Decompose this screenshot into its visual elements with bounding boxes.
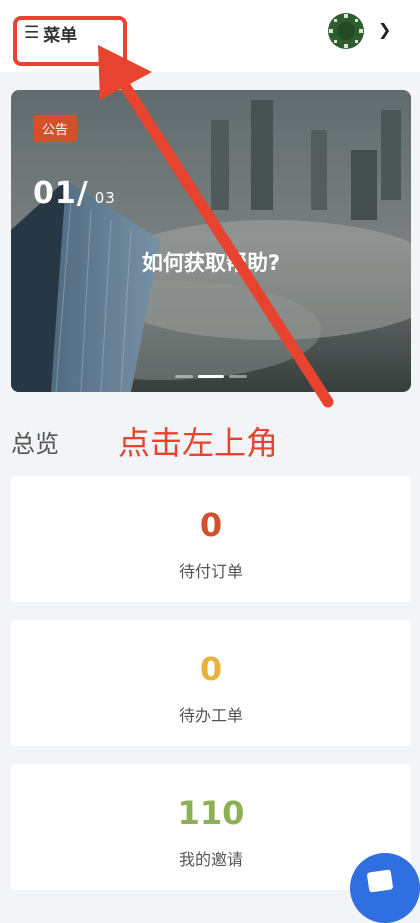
chevron-down-icon[interactable]: ❯ [378, 20, 391, 39]
pending-orders-count: 0 [199, 506, 223, 544]
banner-title: 如何获取帮助? [141, 251, 281, 275]
pending-orders-card[interactable]: 0 待付订单 [11, 476, 411, 602]
carousel-dot[interactable] [175, 375, 193, 378]
my-invitations-count: 110 [177, 794, 245, 832]
pending-orders-label: 待付订单 [178, 562, 243, 581]
slide-total: 03 [94, 189, 116, 207]
annotation-highlight-box [13, 16, 127, 66]
chat-fab-button[interactable] [350, 853, 420, 923]
annotation-text: 点击左上角 [118, 424, 279, 462]
announcement-banner[interactable]: 公告 01/03 如何获取帮助? [11, 90, 411, 392]
carousel-dot-active[interactable] [198, 375, 224, 378]
message-icon [366, 869, 394, 893]
my-invitations-label: 我的邀请 [178, 850, 243, 869]
pending-tickets-label: 待办工单 [178, 706, 243, 725]
slide-current: 01/ [33, 176, 89, 211]
carousel-dot[interactable] [229, 375, 247, 378]
avatar[interactable] [328, 13, 364, 49]
carousel-indicators [175, 375, 247, 378]
my-invitations-card[interactable]: 110 我的邀请 [11, 764, 411, 890]
slide-counter: 01/03 [33, 176, 116, 211]
pending-tickets-count: 0 [199, 650, 223, 688]
overview-title: 总览 [11, 430, 59, 458]
pending-tickets-card[interactable]: 0 待办工单 [11, 620, 411, 746]
announcement-tag: 公告 [33, 115, 78, 142]
